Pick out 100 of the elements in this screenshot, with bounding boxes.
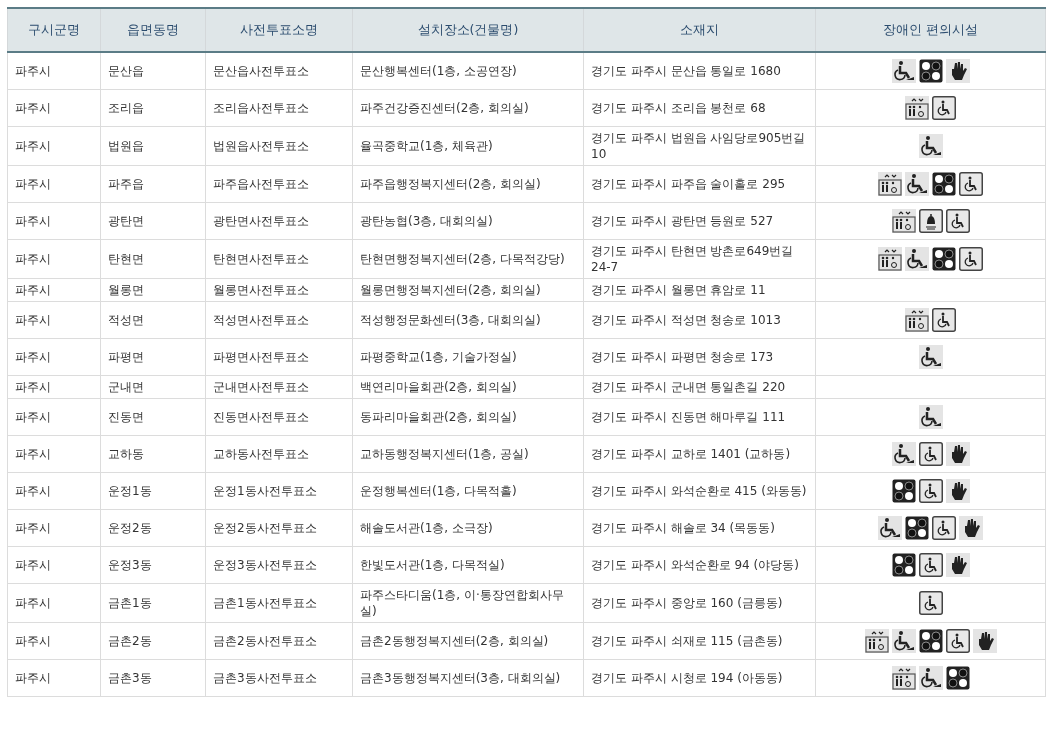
district-cell: 탄현면 [100,239,206,279]
station-name-cell: 군내면사전투표소 [205,375,353,399]
city-cell: 파주시 [7,126,101,166]
wheelchair-icon [959,172,983,196]
station-name-cell: 광탄면사전투표소 [205,202,353,240]
address-cell: 경기도 파주시 탄현면 방촌로649번길 24-7 [583,239,816,279]
station-name-cell: 법원읍사전투표소 [205,126,353,166]
district-cell: 진동면 [100,398,206,436]
location-cell: 백연리마을회관(2층, 회의실) [352,375,584,399]
location-cell: 문산행복센터(1층, 소공연장) [352,52,584,90]
station-name-cell: 운정1동사전투표소 [205,472,353,510]
station-name-cell: 파평면사전투표소 [205,338,353,376]
location-cell: 월롱면행정복지센터(2층, 회의실) [352,278,584,302]
location-cell: 한빛도서관(1층, 다목적실) [352,546,584,584]
elevator-icon [905,308,929,332]
station-name-cell: 금촌2동사전투표소 [205,622,353,660]
address-cell: 경기도 파주시 쇠재로 115 (금촌동) [583,622,816,660]
wheelchair-icon [918,442,943,466]
wheelchair-ramp-icon [905,172,929,196]
hand-icon [945,442,970,466]
elevator-icon [891,666,916,690]
district-cell: 문산읍 [100,52,206,90]
wheelchair-icon [918,479,943,503]
district-cell: 법원읍 [100,126,206,166]
city-cell: 파주시 [7,659,101,697]
district-cell: 운정3동 [100,546,206,584]
wheelchair-ramp-icon [878,516,902,540]
address-cell: 경기도 파주시 광탄면 등원로 527 [583,202,816,240]
wheelchair-icon [932,516,956,540]
address-cell: 경기도 파주시 문산읍 통일로 1680 [583,52,816,90]
hand-icon [945,59,970,83]
station-name-cell: 월롱면사전투표소 [205,278,353,302]
location-cell: 해솔도서관(1층, 소극장) [352,509,584,547]
address-cell: 경기도 파주시 월롱면 휴암로 11 [583,278,816,302]
district-cell: 조리읍 [100,89,206,127]
district-cell: 파주읍 [100,165,206,203]
elevator-icon [878,172,902,196]
location-cell: 파주건강증진센터(2층, 회의실) [352,89,584,127]
district-cell: 운정2동 [100,509,206,547]
hand-icon [945,479,970,503]
bell-icon [918,209,943,233]
wheelchair-ramp-icon [918,345,943,369]
address-cell: 경기도 파주시 파주읍 술이홀로 295 [583,165,816,203]
address-cell: 경기도 파주시 적성면 청송로 1013 [583,301,816,339]
address-cell: 경기도 파주시 해솔로 34 (목동동) [583,509,816,547]
location-cell: 파주스타디움(1층, 이·통장연합회사무실) [352,583,584,623]
station-name-cell: 파주읍사전투표소 [205,165,353,203]
braille-icon [932,172,956,196]
city-cell: 파주시 [7,435,101,473]
address-cell: 경기도 파주시 와석순환로 94 (야당동) [583,546,816,584]
location-cell: 파평중학교(1층, 기술가정실) [352,338,584,376]
location-cell: 교하동행정복지센터(1층, 공실) [352,435,584,473]
city-cell: 파주시 [7,622,101,660]
location-cell: 동파리마을회관(2층, 회의실) [352,398,584,436]
location-cell: 파주읍행정복지센터(2층, 회의실) [352,165,584,203]
station-name-cell: 운정3동사전투표소 [205,546,353,584]
district-cell: 교하동 [100,435,206,473]
city-cell: 파주시 [7,239,101,279]
elevator-icon [864,629,889,653]
district-cell: 광탄면 [100,202,206,240]
station-name-cell: 조리읍사전투표소 [205,89,353,127]
wheelchair-icon [932,308,956,332]
district-cell: 월롱면 [100,278,206,302]
location-cell: 광탄농협(3층, 대회의실) [352,202,584,240]
station-name-cell: 금촌3동사전투표소 [205,659,353,697]
address-cell: 경기도 파주시 시청로 194 (아동동) [583,659,816,697]
address-cell: 경기도 파주시 중앙로 160 (금릉동) [583,583,816,623]
district-cell: 적성면 [100,301,206,339]
braille-icon [932,247,956,271]
location-cell: 금촌3동행정복지센터(3층, 대회의실) [352,659,584,697]
wheelchair-icon [918,591,943,615]
column-header: 사전투표소명 [205,8,353,52]
address-cell: 경기도 파주시 파평면 청송로 173 [583,338,816,376]
column-header: 장애인 편의시설 [815,8,1046,52]
station-name-cell: 적성면사전투표소 [205,301,353,339]
city-cell: 파주시 [7,583,101,623]
braille-icon [918,59,943,83]
wheelchair-ramp-icon [891,442,916,466]
address-cell: 경기도 파주시 진동면 해마루길 111 [583,398,816,436]
location-cell: 적성행정문화센터(3층, 대회의실) [352,301,584,339]
station-name-cell: 문산읍사전투표소 [205,52,353,90]
wheelchair-icon [932,96,956,120]
braille-icon [918,629,943,653]
hand-icon [945,553,970,577]
district-cell: 운정1동 [100,472,206,510]
wheelchair-ramp-icon [891,59,916,83]
wheelchair-ramp-icon [918,666,943,690]
city-cell: 파주시 [7,165,101,203]
city-cell: 파주시 [7,375,101,399]
district-cell: 군내면 [100,375,206,399]
braille-icon [905,516,929,540]
city-cell: 파주시 [7,472,101,510]
braille-icon [891,479,916,503]
district-cell: 금촌2동 [100,622,206,660]
station-name-cell: 금촌1동사전투표소 [205,583,353,623]
city-cell: 파주시 [7,509,101,547]
address-cell: 경기도 파주시 와석순환로 415 (와동동) [583,472,816,510]
column-header: 소재지 [583,8,816,52]
city-cell: 파주시 [7,52,101,90]
district-cell: 금촌1동 [100,583,206,623]
